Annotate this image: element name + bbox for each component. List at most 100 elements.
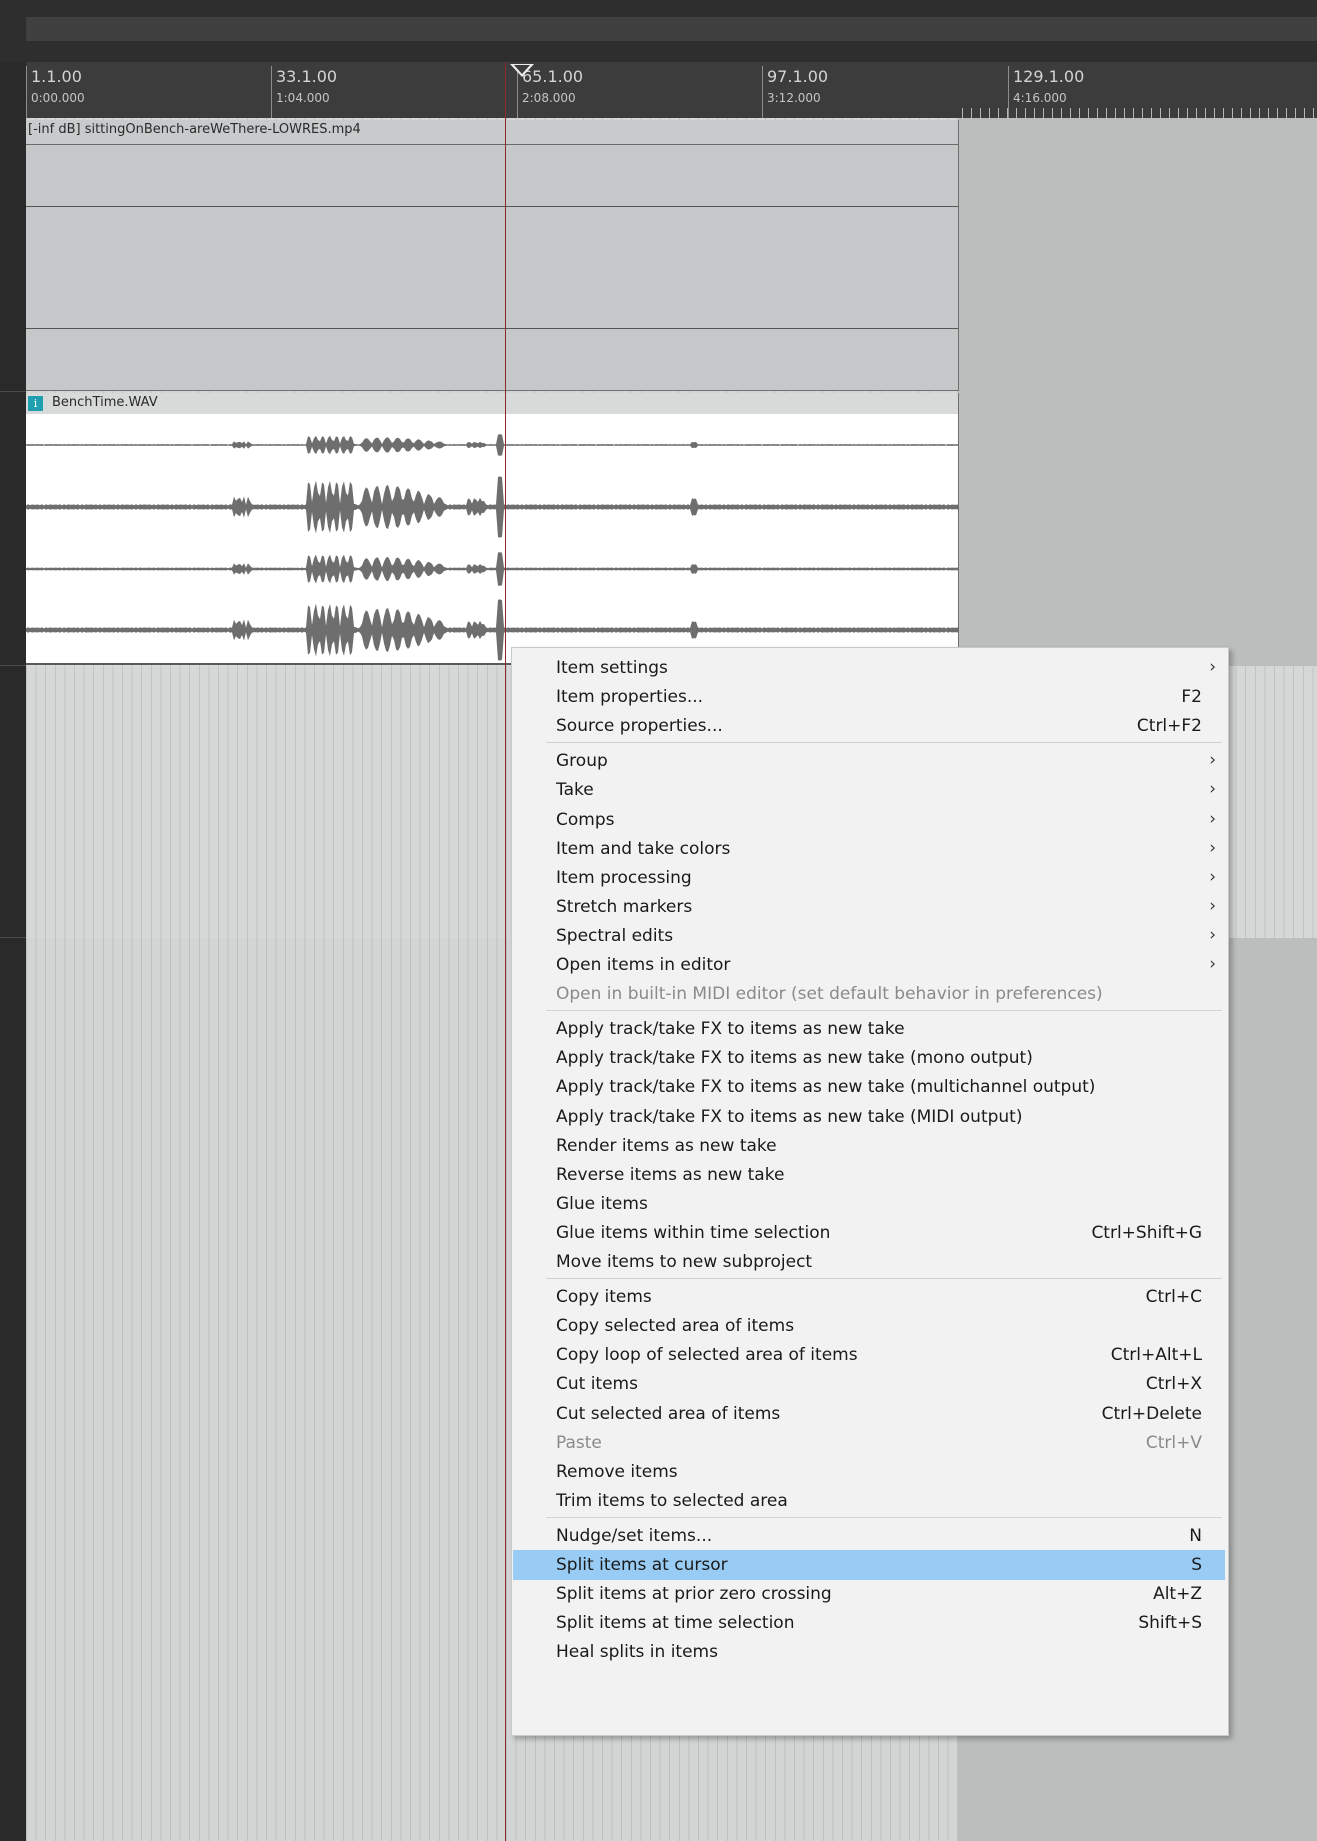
menu-item-group[interactable]: Group › [513, 746, 1225, 776]
menu-item-label: Apply track/take FX to items as new take… [556, 1077, 1096, 1098]
menu-item-shortcut: Ctrl+F2 [1136, 716, 1202, 737]
menu-item-split-items-at-time-selection[interactable]: Split items at time selection Shift+S [513, 1608, 1225, 1638]
menu-item-label: Apply track/take FX to items as new take… [556, 1106, 1023, 1127]
chevron-right-icon: › [1209, 657, 1216, 677]
menu-item-render-items-as-new-take[interactable]: Render items as new take [513, 1131, 1225, 1161]
ruler-time-label: 3:12.000 [767, 91, 821, 105]
ruler-major-tick [1008, 66, 1009, 118]
menu-item-label: Copy loop of selected area of items [556, 1345, 858, 1366]
ruler-bar-label: 1.1.00 [31, 67, 82, 86]
menu-separator [546, 1516, 1222, 1518]
menu-item-label: Split items at cursor [556, 1555, 728, 1575]
track-lane-video[interactable]: [-inf dB] sittingOnBench-areWeThere-LOWR… [26, 118, 1317, 393]
chevron-right-icon: › [1209, 954, 1216, 974]
ruler-bar-label: 97.1.00 [767, 67, 829, 86]
menu-separator [546, 742, 1222, 744]
horizontal-scrollbar[interactable] [26, 17, 1317, 41]
menu-item-cut-items[interactable]: Cut items Ctrl+X [513, 1369, 1225, 1399]
media-item-video[interactable]: [-inf dB] sittingOnBench-areWeThere-LOWR… [26, 120, 959, 391]
menu-item-spectral-edits[interactable]: Spectral edits › [513, 921, 1225, 951]
menu-item-remove-items[interactable]: Remove items [513, 1457, 1225, 1487]
menu-item-heal-splits-in-items[interactable]: Heal splits in items [513, 1637, 1225, 1667]
menu-item-open-items-in-editor[interactable]: Open items in editor › [513, 950, 1225, 980]
menu-item-copy-selected-area-of-items[interactable]: Copy selected area of items [513, 1311, 1225, 1341]
menu-separator [546, 1010, 1222, 1012]
triangle-down-icon-inner [514, 65, 530, 74]
menu-item-copy-items[interactable]: Copy items Ctrl+C [513, 1282, 1225, 1312]
waveform-channel [26, 476, 958, 538]
menu-item-label: Trim items to selected area [556, 1490, 788, 1511]
menu-item-split-items-at-cursor[interactable]: Split items at cursor S [513, 1550, 1225, 1580]
menu-separator [546, 1278, 1222, 1280]
item-context-menu: Item settings › Item properties... F2 Source… [511, 647, 1229, 1736]
menu-item-item-properties[interactable]: Item properties... F2 [513, 682, 1225, 712]
menu-item-apply-track-take-fx-to-items-as-new-take[interactable]: Apply track/take FX to items as new take [513, 1014, 1225, 1044]
menu-item-item-processing[interactable]: Item processing › [513, 863, 1225, 893]
video-lane-line [26, 206, 958, 207]
chevron-right-icon: › [1209, 924, 1216, 945]
menu-item-stretch-markers[interactable]: Stretch markers › [513, 892, 1225, 922]
video-item-body [26, 144, 958, 390]
menu-item-shortcut: Ctrl+Delete [1101, 1403, 1202, 1424]
ruler-major-tick [271, 66, 272, 118]
ruler-time-label: 2:08.000 [522, 91, 576, 105]
ruler-time-label: 1:04.000 [276, 91, 330, 105]
media-item-audio[interactable]: i BenchTime.WAV [26, 393, 959, 665]
menu-item-move-items-to-new-subproject[interactable]: Move items to new subproject [513, 1247, 1225, 1277]
track-lane-audio[interactable]: i BenchTime.WAV [26, 393, 1317, 666]
menu-item-label: Cut selected area of items [556, 1403, 781, 1424]
menu-item-glue-items[interactable]: Glue items [513, 1189, 1225, 1219]
menu-item-apply-track-take-fx-to-items-as-new-take-midi-output[interactable]: Apply track/take FX to items as new take… [513, 1102, 1225, 1132]
menu-item-shortcut: Alt+Z [1153, 1584, 1202, 1605]
chevron-right-icon: › [1209, 866, 1216, 887]
menu-item-label: Glue items [556, 1193, 648, 1214]
menu-item-item-settings[interactable]: Item settings › [513, 653, 1225, 683]
menu-item-label: Render items as new take [556, 1135, 777, 1156]
menu-item-label: Item and take colors [556, 838, 731, 859]
ruler-major-tick [26, 66, 27, 118]
menu-item-label: Cut items [556, 1374, 638, 1395]
menu-item-label: Paste [556, 1432, 602, 1453]
menu-item-cut-selected-area-of-items[interactable]: Cut selected area of items Ctrl+Delete [513, 1399, 1225, 1429]
menu-item-item-and-take-colors[interactable]: Item and take colors › [513, 834, 1225, 864]
menu-item-label: Split items at time selection [556, 1613, 795, 1634]
menu-item-label: Heal splits in items [556, 1642, 718, 1663]
ruler-time-label: 0:00.000 [31, 91, 85, 105]
menu-item-label: Copy items [556, 1287, 652, 1308]
menu-item-shortcut: S [1191, 1555, 1202, 1575]
menu-item-split-items-at-prior-zero-crossing[interactable]: Split items at prior zero crossing Alt+Z [513, 1579, 1225, 1609]
menu-item-take[interactable]: Take › [513, 775, 1225, 805]
menu-item-apply-track-take-fx-to-items-as-new-take-multichannel-output[interactable]: Apply track/take FX to items as new take… [513, 1072, 1225, 1102]
track-divider [0, 937, 26, 938]
item-title: [-inf dB] sittingOnBench-areWeThere-LOWR… [28, 122, 361, 137]
menu-item-apply-track-take-fx-to-items-as-new-take-mono-output[interactable]: Apply track/take FX to items as new take… [513, 1043, 1225, 1073]
menu-item-shortcut: Ctrl+Alt+L [1110, 1345, 1202, 1366]
menu-item-shortcut: Ctrl+C [1145, 1287, 1202, 1308]
menu-item-paste: Paste Ctrl+V [513, 1428, 1225, 1458]
edit-cursor[interactable] [505, 62, 506, 1841]
menu-item-comps[interactable]: Comps › [513, 805, 1225, 835]
menu-item-label: Stretch markers [556, 896, 693, 917]
menu-item-nudge-set-items[interactable]: Nudge/set items... N [513, 1521, 1225, 1551]
menu-item-copy-loop-of-selected-area-of-items[interactable]: Copy loop of selected area of items Ctrl+… [513, 1340, 1225, 1370]
audio-waveform [26, 434, 958, 661]
menu-item-trim-items-to-selected-area[interactable]: Trim items to selected area [513, 1486, 1225, 1516]
menu-item-shortcut: N [1189, 1525, 1202, 1546]
menu-item-open-in-built-in-midi-editor-set-default-behavior-in-preferences: Open in built-in MIDI editor (set defaul… [513, 979, 1225, 1009]
timeline-ruler[interactable]: 1.1.00 0:00.000 33.1.00 1:04.000 65.1.00 2:08… [26, 62, 1317, 118]
menu-item-reverse-items-as-new-take[interactable]: Reverse items as new take [513, 1160, 1225, 1190]
menu-item-glue-items-within-time-selection[interactable]: Glue items within time selection Ctrl+Shi… [513, 1218, 1225, 1248]
menu-item-source-properties[interactable]: Source properties... Ctrl+F2 [513, 711, 1225, 741]
after-project-end-area [958, 393, 1317, 666]
ruler-bar-label: 129.1.00 [1013, 67, 1085, 86]
menu-item-label: Item processing [556, 867, 692, 888]
menu-item-label: Comps [556, 809, 615, 830]
menu-item-label: Take [556, 780, 594, 801]
menu-item-label: Apply track/take FX to items as new take… [556, 1048, 1033, 1069]
menu-item-label: Source properties... [556, 716, 723, 737]
ruler-tick-mask [26, 108, 961, 118]
menu-item-shortcut: F2 [1181, 687, 1202, 708]
menu-item-label: Split items at prior zero crossing [556, 1584, 832, 1605]
menu-item-shortcut: Ctrl+Shift+G [1091, 1222, 1202, 1243]
info-icon: i [28, 396, 43, 411]
